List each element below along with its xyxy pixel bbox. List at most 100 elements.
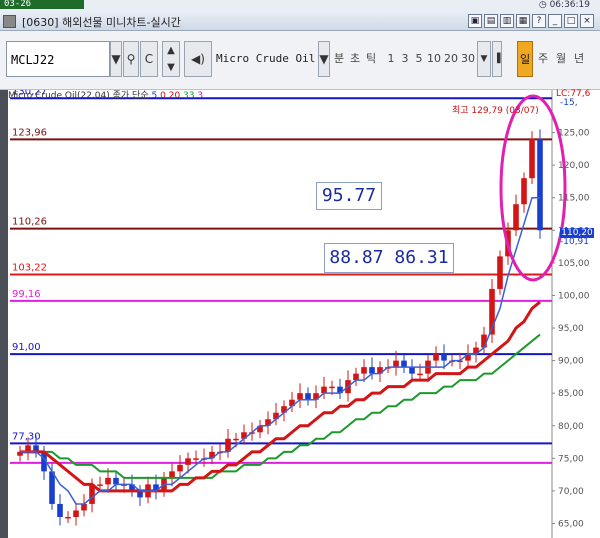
legend-ma5: 5 <box>151 91 158 101</box>
period-second[interactable]: 초 <box>347 41 363 77</box>
annotation-box-2: 88.87 86.31 <box>324 243 454 273</box>
level-label: 103,22 <box>12 262 47 273</box>
outer-top-band: 03-26 ◷ 06:36:19 <box>0 0 600 12</box>
maximize-button[interactable]: □ <box>564 14 578 28</box>
candle-body <box>417 373 423 376</box>
compare-icon[interactable]: C <box>140 41 158 77</box>
y-tick-label: 115,00 <box>558 194 590 204</box>
candle-body <box>233 438 239 441</box>
period-5[interactable]: 5 <box>413 41 425 77</box>
period-tick[interactable]: 틱 <box>363 41 379 77</box>
search-icon[interactable]: ⚲ <box>123 41 139 77</box>
period-20[interactable]: 20 <box>443 41 459 77</box>
period-year[interactable]: 년 <box>571 41 587 77</box>
candle-body <box>329 386 335 389</box>
product-dropdown-button[interactable]: ▼ <box>318 41 330 77</box>
candle-body <box>353 373 359 381</box>
period-30[interactable]: 30 <box>460 41 476 77</box>
close-button[interactable]: × <box>580 14 594 28</box>
period-scroll-button[interactable]: ▐ <box>492 41 502 77</box>
y-tick-label: 65,00 <box>558 519 584 529</box>
y-tick-label: 70,00 <box>558 487 584 497</box>
symbol-input[interactable]: MCLJ22 <box>6 41 110 77</box>
legend-title: Micro Crude Oil(22,04) <box>8 91 110 101</box>
candle-body <box>441 354 447 361</box>
candle-body <box>57 503 63 517</box>
level-label: 99,16 <box>12 289 41 300</box>
chart-toolbar: MCLJ22 ▼ ⚲ C ▲ ▼ ◀) Micro Crude Oil ▼ 분 초… <box>0 31 600 90</box>
candle-body <box>409 367 415 374</box>
candle-body <box>177 464 183 472</box>
candle-body <box>49 471 55 504</box>
period-day[interactable]: 일 <box>517 41 533 77</box>
period-1[interactable]: 1 <box>385 41 397 77</box>
minimize-button[interactable]: _ <box>548 14 562 28</box>
candle-body <box>65 516 71 519</box>
candle-body <box>81 503 87 511</box>
legend-ma3: 3 <box>197 91 204 101</box>
candle-body <box>433 354 439 361</box>
candle-body <box>105 477 111 485</box>
save-icon[interactable]: ▤ <box>484 14 498 28</box>
print-icon[interactable]: ▥ <box>500 14 514 28</box>
product-name: Micro Crude Oil <box>216 52 316 65</box>
chart-legend: Micro Crude Oil(22,04) 종가 단순 5 0 20 33 3 <box>8 90 203 102</box>
level-label: 110,26 <box>12 217 47 228</box>
legend-ma20: 20 <box>168 91 181 101</box>
candle-body <box>97 484 103 486</box>
y-tick-label: 100,00 <box>558 291 590 301</box>
period-10[interactable]: 10 <box>426 41 442 77</box>
legend-ma0: 0 <box>160 91 166 101</box>
help-icon[interactable]: ? <box>532 14 546 28</box>
level-label: 123,96 <box>12 127 47 138</box>
candle-body <box>537 139 543 231</box>
window-menu-icon[interactable] <box>3 15 16 28</box>
period-3[interactable]: 3 <box>399 41 411 77</box>
y-tick-label: 85,00 <box>558 389 584 399</box>
sound-icon[interactable]: ◀) <box>184 41 212 77</box>
price-chart[interactable]: 125,00120,00115,00110,00105,00100,0095,0… <box>0 90 600 538</box>
period-minute[interactable]: 분 <box>331 41 347 77</box>
legend-ma33: 33 <box>183 91 195 101</box>
y-tick-label: 105,00 <box>558 259 590 269</box>
candle-body <box>401 360 407 368</box>
candle-body <box>321 386 327 394</box>
candle-body <box>193 458 199 460</box>
candle-body <box>73 510 79 517</box>
window-titlebar[interactable]: [0630] 해외선물 미니차트-실시간 ▣ ▤ ▥ ▦ ? _ □ × <box>0 12 600 31</box>
level-label: 91,00 <box>12 342 41 353</box>
candle-body <box>529 139 535 179</box>
period-week[interactable]: 주 <box>535 41 551 77</box>
y-tick-label: 75,00 <box>558 454 584 464</box>
link-icon[interactable]: ▣ <box>468 14 482 28</box>
candle-body <box>361 367 367 374</box>
change-top2-label: -15, <box>560 98 578 108</box>
outer-status-box: 03-26 <box>0 0 84 9</box>
high-label: 최고 129,79 (03/07) <box>452 106 539 116</box>
candle-body <box>113 477 119 485</box>
y-tick-label: 90,00 <box>558 357 584 367</box>
annotation-box-1: 95.77 <box>316 182 382 210</box>
change-mid-label: -10,91 <box>560 237 590 247</box>
candle-body <box>513 204 519 231</box>
symbol-dropdown-button[interactable]: ▼ <box>110 41 122 77</box>
clock-icon: ◷ <box>538 0 550 10</box>
clock: ◷ 06:36:19 <box>539 0 590 11</box>
candle-body <box>521 178 527 205</box>
y-tick-label: 125,00 <box>558 129 590 139</box>
period-month[interactable]: 월 <box>553 41 569 77</box>
candle-body <box>297 393 303 400</box>
y-tick-label: 95,00 <box>558 324 584 334</box>
stepper-icon[interactable]: ▲ ▼ <box>162 41 180 77</box>
period-more-button[interactable]: ▼ <box>477 41 491 77</box>
legend-ma-label: 종가 단순 <box>112 91 149 101</box>
window-buttons: ▣ ▤ ▥ ▦ ? _ □ × <box>468 14 594 28</box>
settings-icon[interactable]: ▦ <box>516 14 530 28</box>
candle-body <box>393 360 399 368</box>
candle-body <box>497 256 503 289</box>
y-tick-label: 80,00 <box>558 422 584 432</box>
plot-area <box>10 90 552 538</box>
candle-body <box>369 367 375 374</box>
candle-body <box>185 458 191 465</box>
window-title: [0630] 해외선물 미니차트-실시간 <box>22 16 181 29</box>
